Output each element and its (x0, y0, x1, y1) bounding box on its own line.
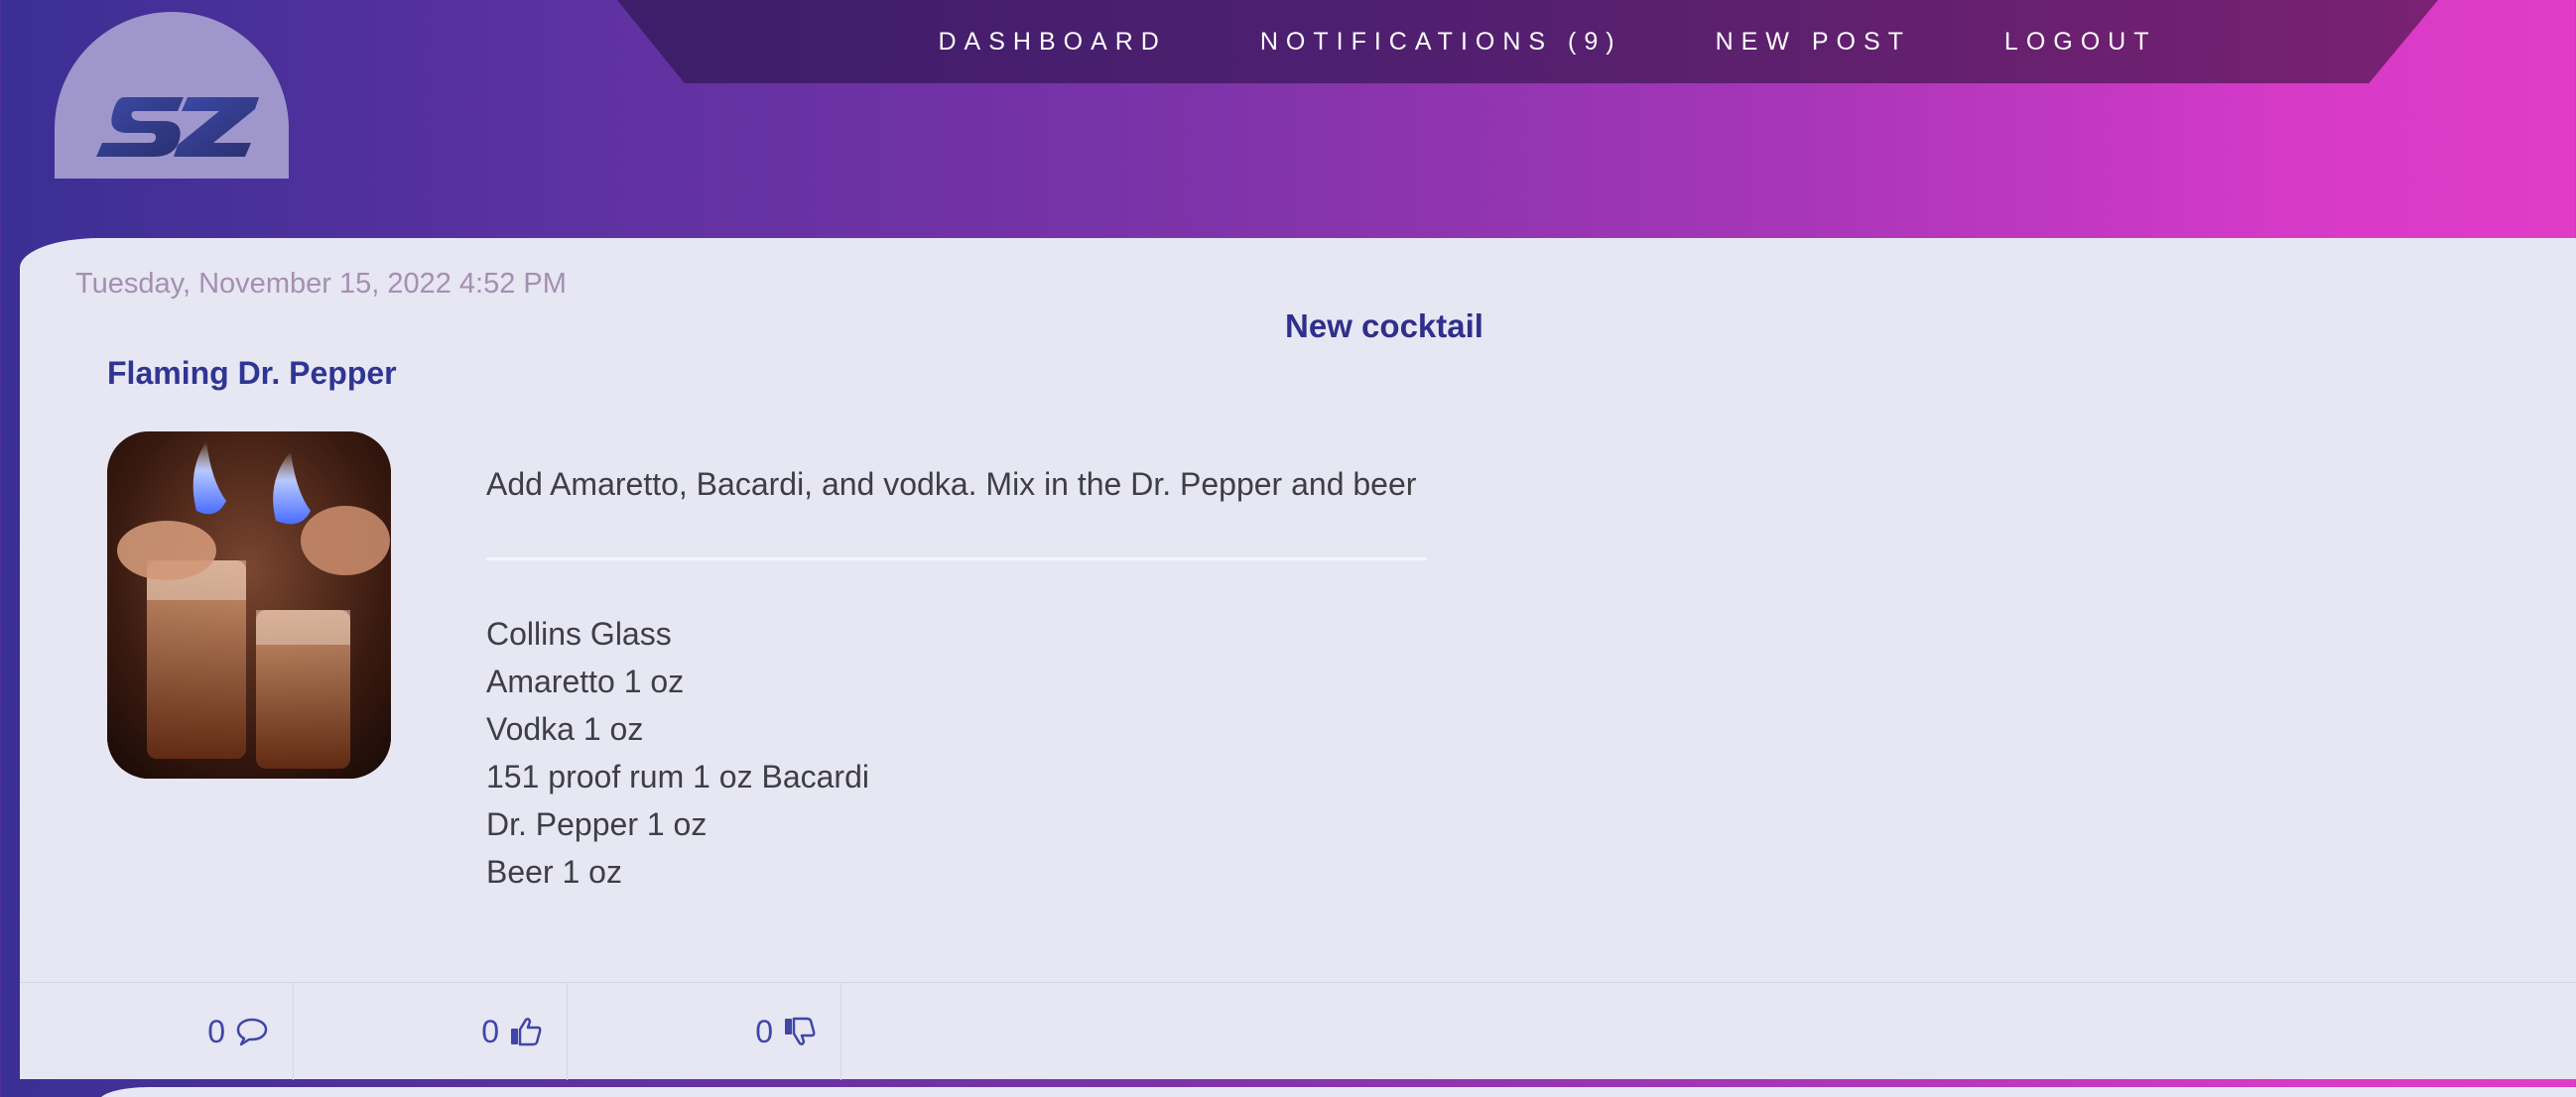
comment-button[interactable]: 0 (20, 983, 294, 1080)
list-item: Amaretto 1 oz (486, 664, 685, 699)
list-item: Collins Glass (486, 616, 672, 652)
nav-logout-link[interactable]: LOGOUT (2004, 28, 2157, 57)
post-type-heading: New cocktail (1285, 307, 1483, 344)
thumbs-up-icon (511, 1018, 542, 1046)
sz-logo-mark (96, 97, 259, 157)
section-divider (486, 557, 1427, 560)
comment-count: 0 (207, 1013, 225, 1049)
top-navigation: DASHBOARD NOTIFICATIONS (9) NEW POST LOG… (617, 0, 2438, 83)
list-item: Beer 1 oz (486, 854, 622, 890)
cocktail-image (107, 431, 391, 779)
flaming-drinks-illustration (107, 431, 391, 779)
list-item: Vodka 1 oz (486, 711, 644, 747)
thumbs-down-icon (785, 1017, 816, 1045)
post-card: Tuesday, November 15, 2022 4:52 PM New c… (20, 238, 2576, 1080)
next-card-edge (99, 1087, 2576, 1097)
nav-items: DASHBOARD NOTIFICATIONS (9) NEW POST LOG… (617, 0, 2438, 83)
ingredient-list: Collins Glass Amaretto 1 oz Vodka 1 oz 1… (486, 610, 869, 896)
like-count: 0 (481, 1013, 499, 1049)
nav-new-post-link[interactable]: NEW POST (1716, 28, 1911, 57)
post-description: Add Amaretto, Bacardi, and vodka. Mix in… (486, 466, 1417, 502)
post-title[interactable]: Flaming Dr. Pepper (107, 355, 397, 392)
like-button[interactable]: 0 (294, 983, 568, 1080)
app-logo[interactable] (55, 12, 289, 179)
post-actions-bar: 0 0 0 (20, 982, 2576, 1080)
post-date: Tuesday, November 15, 2022 4:52 PM (75, 268, 567, 300)
dislike-count: 0 (755, 1013, 773, 1049)
list-item: Dr. Pepper 1 oz (486, 806, 708, 842)
nav-dashboard-link[interactable]: DASHBOARD (939, 28, 1167, 57)
comment-icon (236, 1018, 268, 1046)
list-item: 151 proof rum 1 oz Bacardi (486, 759, 869, 794)
nav-notifications-link[interactable]: NOTIFICATIONS (9) (1260, 28, 1622, 57)
dislike-button[interactable]: 0 (568, 983, 841, 1080)
